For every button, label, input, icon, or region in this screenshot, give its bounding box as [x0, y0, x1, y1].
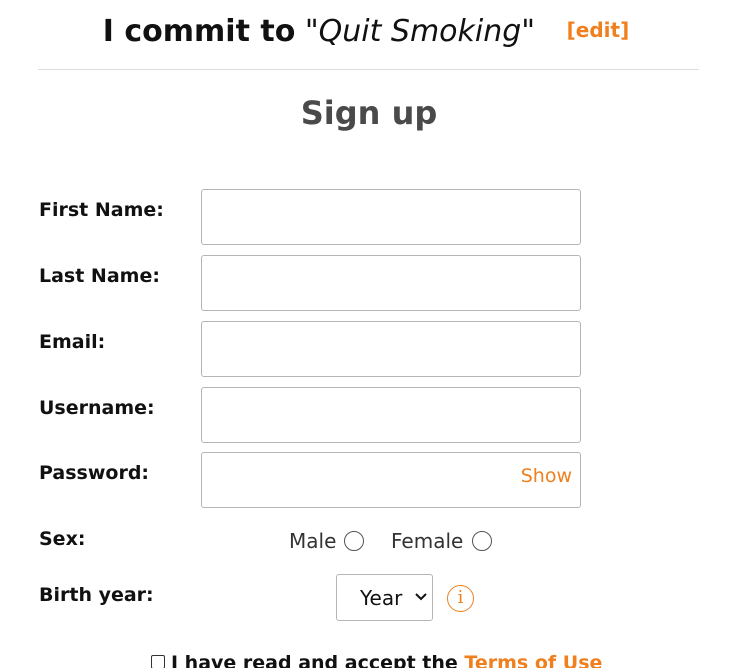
- first-name-label: First Name:: [39, 199, 164, 221]
- show-password-toggle[interactable]: Show: [521, 465, 572, 487]
- chevron-down-icon: [415, 593, 427, 601]
- last-name-label: Last Name:: [39, 265, 160, 287]
- username-label: Username:: [39, 397, 155, 419]
- page-title: Sign up: [300, 94, 438, 132]
- birth-year-label: Birth year:: [39, 584, 154, 606]
- sex-label: Sex:: [39, 528, 86, 550]
- email-label: Email:: [39, 331, 106, 353]
- commitment-header: I commit to "Quit Smoking" [edit]: [0, 14, 732, 49]
- birth-year-value: Year: [360, 586, 403, 610]
- commit-goal: "Quit Smoking": [304, 14, 536, 49]
- terms-of-use-link[interactable]: Terms of Use: [464, 652, 602, 668]
- edit-goal-link[interactable]: [edit]: [567, 18, 630, 42]
- female-radio[interactable]: [472, 531, 492, 551]
- signup-page: I commit to "Quit Smoking" [edit] Sign u…: [0, 0, 732, 668]
- male-radio[interactable]: [344, 531, 364, 551]
- password-field: Show: [201, 452, 581, 508]
- female-option-label[interactable]: Female: [391, 529, 463, 553]
- username-input[interactable]: [202, 388, 580, 442]
- first-name-field: [201, 189, 581, 245]
- birth-year-select[interactable]: Year: [336, 574, 433, 621]
- username-field: [201, 387, 581, 443]
- male-option-label[interactable]: Male: [289, 529, 336, 553]
- terms-checkbox[interactable]: [151, 655, 165, 668]
- email-field: [201, 321, 581, 377]
- password-label: Password:: [39, 462, 150, 484]
- info-icon[interactable]: i: [447, 585, 474, 612]
- terms-text: I have read and accept the: [171, 652, 465, 668]
- last-name-input[interactable]: [202, 256, 580, 310]
- last-name-field: [201, 255, 581, 311]
- header-divider: [38, 69, 699, 70]
- first-name-input[interactable]: [202, 190, 580, 244]
- commit-prefix: I commit to: [102, 14, 296, 49]
- terms-row: I have read and accept the Terms of Use: [151, 652, 602, 668]
- email-input[interactable]: [202, 322, 580, 376]
